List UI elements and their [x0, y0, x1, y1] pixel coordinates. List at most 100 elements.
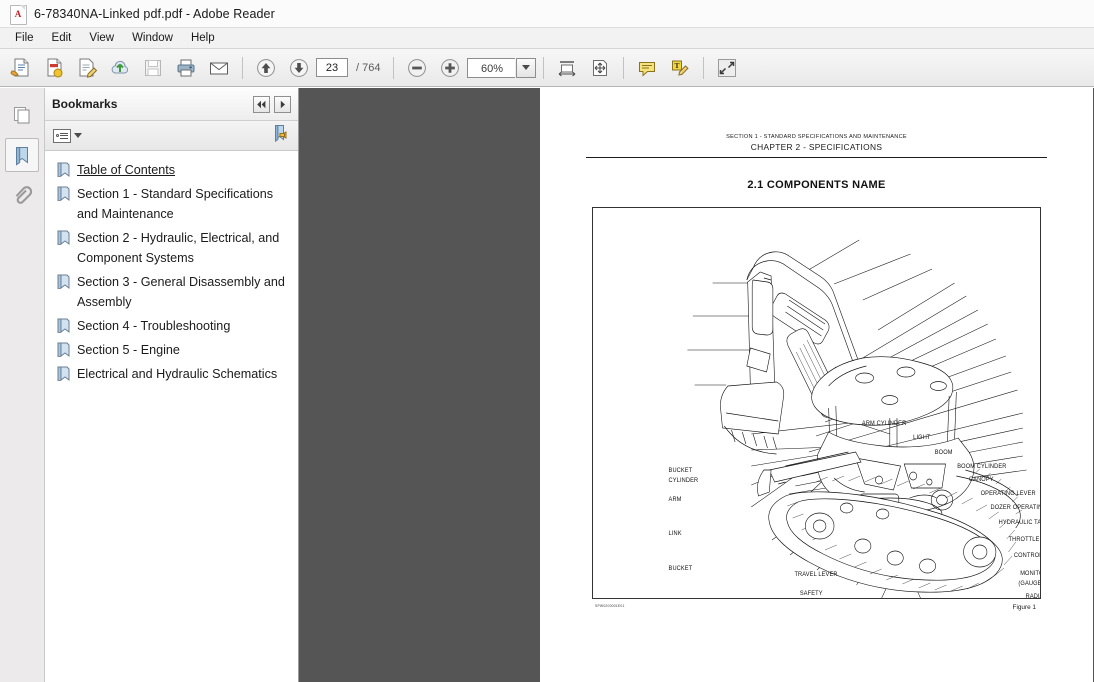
bookmarks-panel-title: Bookmarks [52, 97, 118, 111]
fullscreen-icon[interactable] [711, 52, 743, 84]
bookmark-label: Section 3 - General Disassembly and Asse… [77, 275, 285, 309]
menu-file[interactable]: File [6, 29, 43, 47]
bookmarks-list: Table of Contents Section 1 - Standard S… [45, 151, 298, 682]
bookmark-icon [57, 274, 70, 289]
callout-bucket-cylinder-l2: CYLINDER [669, 478, 699, 484]
comment-icon[interactable] [631, 52, 663, 84]
callout-light: LIGHT [913, 435, 931, 441]
save-icon[interactable] [137, 52, 169, 84]
page-number-input[interactable]: 23 [316, 58, 348, 77]
chevron-down-icon [74, 133, 82, 138]
page-header-line2: CHAPTER 2 - SPECIFICATIONS [750, 142, 883, 152]
excavator-components-diagram: ARM CYLINDER LIGHT BOOM BOOM CYLINDER CA… [669, 239, 1040, 598]
menu-edit[interactable]: Edit [43, 29, 81, 47]
figure-caption: Figure 1 [1012, 604, 1036, 611]
window-title: 6-78340NA-Linked pdf.pdf - Adobe Reader [34, 6, 275, 21]
print-icon[interactable] [170, 52, 202, 84]
next-page-icon[interactable] [283, 52, 315, 84]
bookmark-item-section-4[interactable]: Section 4 - Troubleshooting [55, 315, 292, 337]
section-title: 2.1 COMPONENTS NAME [747, 179, 886, 191]
callout-link: LINK [669, 531, 682, 537]
bookmark-icon [57, 186, 70, 201]
menu-window[interactable]: Window [123, 29, 182, 47]
callout-control-valve: CONTROL VALVE [1014, 553, 1040, 559]
bookmark-options-button[interactable] [53, 128, 82, 143]
create-pdf-icon[interactable] [38, 52, 70, 84]
bookmark-item-section-5[interactable]: Section 5 - Engine [55, 339, 292, 361]
page-header-line1: SECTION 1 - STANDARD SPECIFICATIONS AND … [726, 134, 907, 140]
callout-bucket: BUCKET [669, 566, 693, 572]
callout-operating-lever: OPERATING LEVER [981, 491, 1037, 497]
zoom-in-icon[interactable] [434, 52, 466, 84]
bookmark-item-table-of-contents[interactable]: Table of Contents [55, 159, 292, 181]
callout-canopy: CANOPY [969, 477, 994, 483]
callout-boom-cylinder: BOOM CYLINDER [957, 464, 1007, 470]
callout-arm-cylinder: ARM CYLINDER [862, 421, 907, 427]
document-view[interactable]: SECTION 1 - STANDARD SPECIFICATIONS AND … [299, 88, 1094, 682]
fit-width-icon[interactable] [551, 52, 583, 84]
bookmarks-panel: Bookmarks Table of Contents Section 1 - … [45, 88, 299, 682]
bookmark-label: Section 4 - Troubleshooting [77, 319, 231, 333]
bookmark-icon [57, 318, 70, 333]
email-icon[interactable] [203, 52, 235, 84]
callout-hydraulic-tank: HYDRAULIC TANK [999, 520, 1040, 526]
bookmark-item-schematics[interactable]: Electrical and Hydraulic Schematics [55, 363, 292, 385]
bookmark-label: Section 2 - Hydraulic, Electrical, and C… [77, 231, 280, 265]
header-rule [586, 157, 1047, 158]
open-file-icon[interactable] [5, 52, 37, 84]
expand-panel-button[interactable] [274, 95, 291, 113]
callout-monitor-panel: MONITOR PANEL [1020, 571, 1040, 577]
pdf-page: SECTION 1 - STANDARD SPECIFICATIONS AND … [540, 88, 1093, 682]
chevron-down-icon [522, 65, 531, 70]
bookmark-icon [57, 366, 70, 381]
bookmark-icon [57, 162, 70, 177]
fit-page-icon[interactable] [584, 52, 616, 84]
zoom-level-input[interactable]: 60% [467, 57, 516, 78]
page-total-label: / 764 [356, 61, 381, 74]
menu-bar: File Edit View Window Help [0, 28, 1094, 49]
callout-bucket-cylinder-l1: BUCKET [669, 468, 693, 474]
callout-travel-lever: TRAVEL LEVER [794, 572, 838, 578]
adobe-reader-window: A 6-78340NA-Linked pdf.pdf - Adobe Reade… [0, 0, 1094, 682]
upload-cloud-icon[interactable] [104, 52, 136, 84]
toolbar-separator [242, 56, 243, 79]
title-bar: A 6-78340NA-Linked pdf.pdf - Adobe Reade… [0, 0, 1094, 28]
attachments-icon[interactable] [5, 178, 39, 212]
navigation-rail [0, 88, 45, 682]
bookmark-icon [57, 342, 70, 357]
bookmark-label: Section 1 - Standard Specifications and … [77, 187, 274, 221]
toolbar-separator-2 [393, 56, 395, 79]
new-bookmark-button[interactable] [272, 124, 290, 147]
pdf-file-icon: A [10, 4, 27, 25]
callout-boom: BOOM [935, 450, 953, 456]
toolbar-separator-5 [703, 56, 705, 79]
main-area: Bookmarks Table of Contents Section 1 - … [0, 88, 1094, 682]
bookmark-label: Section 5 - Engine [77, 343, 180, 357]
bookmark-label: Table of Contents [77, 163, 176, 177]
page-thumbnails-icon[interactable] [5, 98, 39, 132]
collapse-panel-button[interactable] [253, 95, 270, 113]
zoom-dropdown-button[interactable] [516, 57, 537, 78]
edit-pdf-icon[interactable] [71, 52, 103, 84]
callout-arm: ARM [669, 497, 682, 503]
zoom-out-icon[interactable] [401, 52, 433, 84]
callout-gauge-cluster: (GAUGE CLUSTER) [1018, 581, 1040, 587]
bookmarks-icon[interactable] [5, 138, 39, 172]
bookmarks-panel-header: Bookmarks [45, 88, 298, 121]
toolbar-separator-4 [623, 56, 625, 79]
figure-frame: ARM CYLINDER LIGHT BOOM BOOM CYLINDER CA… [592, 207, 1041, 611]
menu-help[interactable]: Help [182, 29, 224, 47]
bookmark-item-section-3[interactable]: Section 3 - General Disassembly and Asse… [55, 271, 292, 313]
highlight-text-icon[interactable]: T [664, 52, 696, 84]
options-list-icon [53, 128, 71, 143]
bookmark-item-section-1[interactable]: Section 1 - Standard Specifications and … [55, 183, 292, 225]
main-toolbar: 23 / 764 60% T [0, 49, 1094, 87]
bookmark-item-section-2[interactable]: Section 2 - Hydraulic, Electrical, and C… [55, 227, 292, 269]
callout-throttle-lever: THROTTLE LEVER [1009, 537, 1040, 543]
menu-view[interactable]: View [80, 29, 123, 47]
bookmark-label: Electrical and Hydraulic Schematics [77, 367, 278, 381]
svg-text:T: T [675, 61, 680, 70]
toolbar-separator-3 [543, 56, 545, 79]
callout-dozer-operating-lever: DOZER OPERATING LEVER [991, 505, 1040, 511]
previous-page-icon[interactable] [250, 52, 282, 84]
